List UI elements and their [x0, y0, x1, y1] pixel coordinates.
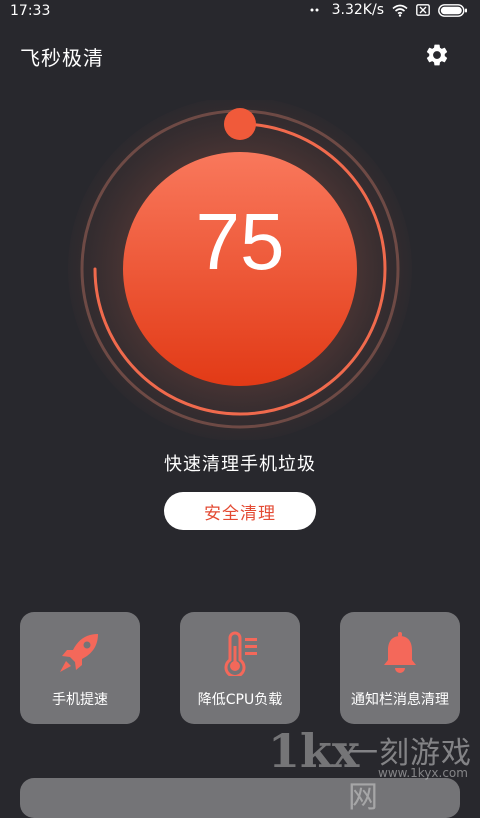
watermark-logo: 1kx — [268, 724, 360, 778]
feature-label-speed-up: 手机提速 — [52, 692, 108, 708]
battery-icon — [438, 3, 468, 17]
watermark-url: www.1kyx.com — [378, 766, 468, 780]
status-time: 17:33 — [10, 3, 51, 19]
watermark: 1kx 一刻游戏网 www.1kyx.com — [260, 722, 475, 815]
status-bar: 17:33 3.32K/s — [0, 0, 480, 24]
feature-card-speed-up[interactable]: 手机提速 — [20, 612, 140, 724]
network-speed: 3.32K/s — [331, 2, 384, 18]
wifi-icon — [392, 4, 408, 17]
subtitle: 快速清理手机垃圾 — [164, 454, 316, 475]
thermometer-icon — [224, 631, 257, 676]
score-value: 75 — [195, 197, 285, 286]
safe-clean-button[interactable]: 安全清理 — [164, 492, 316, 530]
settings-button[interactable] — [424, 42, 450, 68]
status-right: 3.32K/s — [310, 2, 468, 18]
bell-icon — [384, 632, 416, 673]
gear-icon — [426, 44, 448, 66]
feature-label-cpu: 降低CPU负载 — [197, 692, 283, 708]
signal-dots-icon — [310, 7, 324, 13]
ring-knob — [224, 108, 256, 140]
feature-card-notification-clean[interactable]: 通知栏消息清理 — [340, 612, 460, 724]
feature-label-notification-clean: 通知栏消息清理 — [351, 692, 449, 708]
rocket-icon — [60, 634, 98, 672]
sim-blocked-icon — [416, 4, 430, 16]
feature-card-cpu[interactable]: 降低CPU负载 — [180, 612, 300, 724]
app-title: 飞秒极清 — [20, 46, 104, 70]
